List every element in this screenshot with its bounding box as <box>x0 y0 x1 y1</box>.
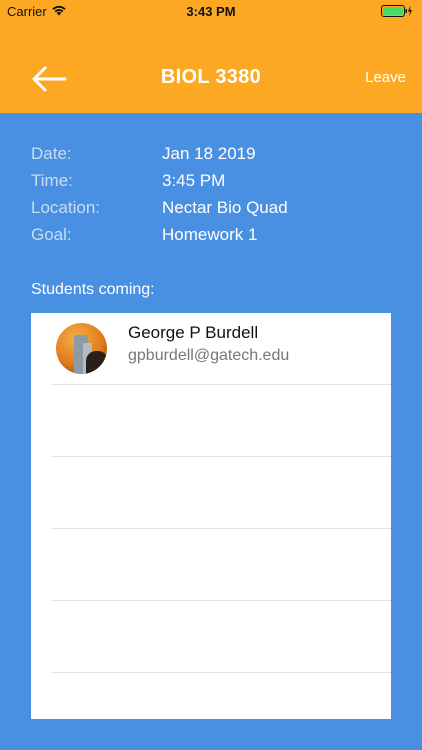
student-email: gpburdell@gatech.edu <box>128 347 290 364</box>
status-clock: 3:43 PM <box>186 4 236 19</box>
student-row[interactable]: George P Burdell gpburdell@gatech.edu <box>51 313 391 385</box>
avatar <box>56 323 107 374</box>
detail-label: Location: <box>31 198 100 217</box>
empty-row <box>51 457 391 529</box>
avatar-person <box>86 351 107 374</box>
detail-label: Date: <box>31 144 72 163</box>
leave-button[interactable]: Leave <box>365 69 406 86</box>
detail-label: Goal: <box>31 225 72 244</box>
students-heading: Students coming: <box>31 281 155 298</box>
student-name: George P Burdell <box>128 323 259 342</box>
battery-icon <box>381 5 412 17</box>
detail-value: Homework 1 <box>162 225 258 244</box>
detail-value: Nectar Bio Quad <box>162 198 288 217</box>
page-title: BIOL 3380 <box>160 66 262 88</box>
empty-row <box>51 385 391 457</box>
empty-row <box>51 529 391 601</box>
detail-value: 3:45 PM <box>162 171 226 190</box>
students-list[interactable]: George P Burdell gpburdell@gatech.edu <box>31 313 391 719</box>
empty-row <box>51 601 391 673</box>
detail-value: Jan 18 2019 <box>162 144 256 163</box>
detail-label: Time: <box>31 171 73 190</box>
status-bar: Carrier 3:43 PM <box>0 0 422 22</box>
